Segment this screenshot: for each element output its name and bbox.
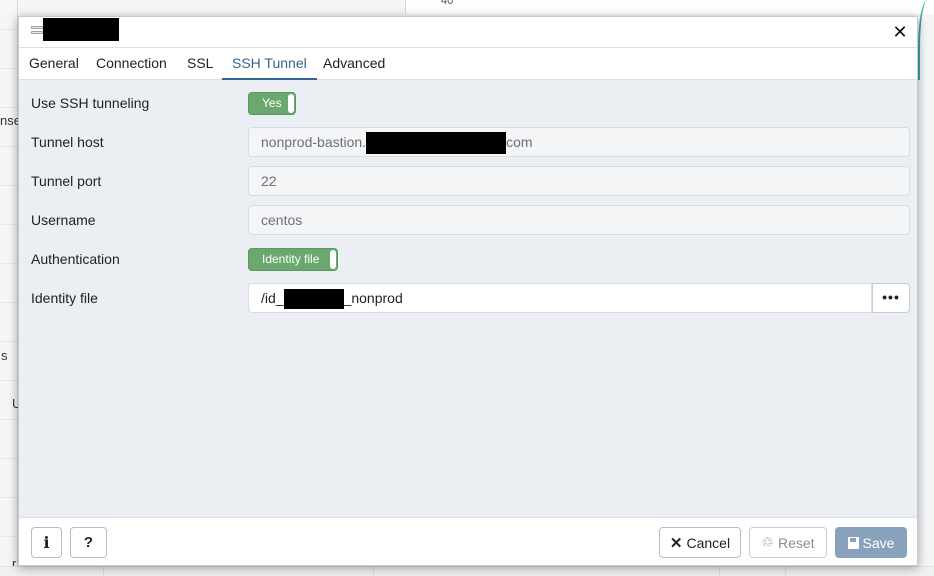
use-ssh-toggle-label: Yes [262,96,282,110]
tab-ssl[interactable]: SSL [177,48,223,80]
form-row-username: Username centos [19,205,917,235]
username-input[interactable]: centos [248,205,910,235]
tunnel-port-input[interactable]: 22 [248,166,910,196]
help-button[interactable]: ? [70,527,107,558]
tunnel-host-label: Tunnel host [31,134,104,150]
tunnel-host-value-suffix: com [506,134,533,150]
background-chart [405,0,934,80]
toggle-knob [288,94,294,113]
question-icon: ? [83,534,94,551]
save-button[interactable]: Save [835,527,907,558]
cancel-label: Cancel [686,534,731,551]
tunnel-host-value-prefix: nonprod-bastion. [261,134,367,150]
dialog-footer: i ? ✕ Cancel ♲ Reset Save [19,517,917,565]
tab-ssh-tunnel[interactable]: SSH Tunnel [222,48,317,80]
info-button[interactable]: i [31,527,62,558]
save-label: Save [862,534,895,551]
tab-advanced[interactable]: Advanced [313,48,395,80]
times-icon: ✕ [669,534,683,552]
tab-connection[interactable]: Connection [86,48,177,80]
reset-button[interactable]: ♲ Reset [749,527,827,558]
recycle-icon: ♲ [761,534,774,550]
authentication-toggle[interactable]: Identity file [248,248,338,271]
tab-bar: General Connection SSL SSH Tunnel Advanc… [19,48,917,80]
use-ssh-toggle[interactable]: Yes [248,92,296,115]
use-ssh-label: Use SSH tunneling [31,95,150,111]
username-value: centos [261,212,303,228]
tunnel-host-input[interactable]: nonprod-bastion. com [248,127,910,157]
cancel-button[interactable]: ✕ Cancel [659,527,741,558]
form-row-use-ssh: Use SSH tunneling Yes [19,88,917,118]
background-grid [0,0,18,576]
background-text: s [1,348,8,363]
form-row-tunnel-port: Tunnel port 22 [19,166,917,196]
background-chart-tick: 40 [441,0,454,7]
identity-file-value-suffix: _nonprod [343,290,403,306]
username-label: Username [31,212,96,228]
form-row-identity-file: Identity file /id_ _nonprod ••• [19,283,917,313]
ellipsis-icon[interactable]: ••• [872,283,910,313]
dialog-titlebar: ✕ [19,17,917,48]
dialog-title-redacted [43,18,119,41]
form-row-authentication: Authentication Identity file [19,244,917,274]
floppy-disk-icon [847,536,859,549]
close-icon[interactable]: ✕ [891,21,909,43]
background-table-row [0,566,934,576]
tab-general[interactable]: General [19,48,89,80]
authentication-toggle-label: Identity file [262,252,320,266]
reset-label: Reset [777,534,815,551]
identity-file-value-prefix: /id_ [261,290,284,306]
background-chart-line [918,0,934,80]
form-row-tunnel-host: Tunnel host nonprod-bastion. com [19,127,917,157]
server-properties-dialog: ✕ General Connection SSL SSH Tunnel Adva… [18,16,918,566]
server-icon [31,26,43,39]
toggle-knob [330,250,336,269]
identity-file-redacted [283,289,344,310]
authentication-label: Authentication [31,251,120,267]
identity-file-input[interactable]: /id_ _nonprod [248,283,872,313]
info-icon: i [43,533,50,552]
tunnel-port-value: 22 [261,173,277,189]
tunnel-host-redacted [366,132,507,155]
tunnel-port-label: Tunnel port [31,173,102,189]
identity-file-label: Identity file [31,290,98,306]
